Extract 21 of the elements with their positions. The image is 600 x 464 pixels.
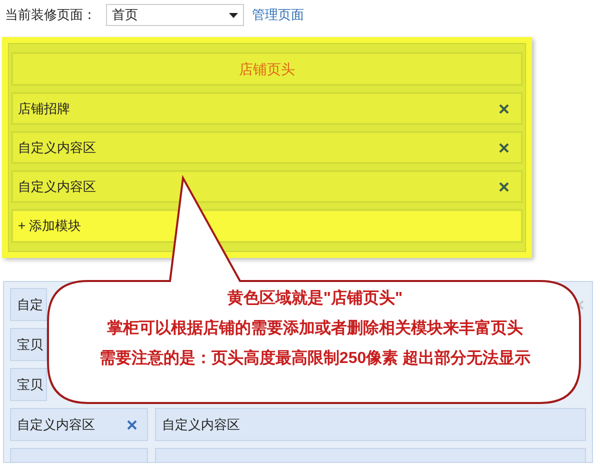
callout-text: 需要注意的是：页头高度最高限制250像素 超出部分无法显示 bbox=[98, 348, 532, 369]
close-icon[interactable] bbox=[499, 104, 509, 114]
close-icon[interactable] bbox=[499, 142, 509, 152]
layout-module[interactable]: 自定 bbox=[10, 288, 47, 321]
header-title: 店铺页头 bbox=[11, 52, 523, 86]
close-icon[interactable] bbox=[127, 420, 137, 430]
page-label: 当前装修页面： bbox=[5, 6, 96, 24]
layout-module[interactable]: 自定义内容区 bbox=[155, 408, 586, 441]
add-module-button[interactable]: + 添加模块 bbox=[11, 209, 523, 243]
close-icon[interactable] bbox=[499, 182, 509, 192]
callout-text: 黄色区域就是"店铺页头" bbox=[227, 288, 403, 309]
page-select[interactable]: 首页 bbox=[106, 4, 244, 26]
module-row[interactable]: 自定义内容区 bbox=[11, 131, 523, 164]
manage-pages-link[interactable]: 管理页面 bbox=[252, 5, 304, 25]
layout-module[interactable]: 宝贝 bbox=[10, 368, 47, 401]
module-row[interactable]: 自定义内容区 bbox=[11, 170, 523, 203]
layout-module[interactable]: 自定义内容区 bbox=[10, 408, 148, 441]
layout-module[interactable]: 宝贝 bbox=[10, 328, 47, 361]
callout-text: 掌柜可以根据店铺的需要添加或者删除相关模块来丰富页头 bbox=[106, 318, 524, 339]
module-row[interactable]: 店铺招牌 bbox=[11, 92, 523, 125]
dropdown-caret-icon bbox=[229, 12, 238, 18]
